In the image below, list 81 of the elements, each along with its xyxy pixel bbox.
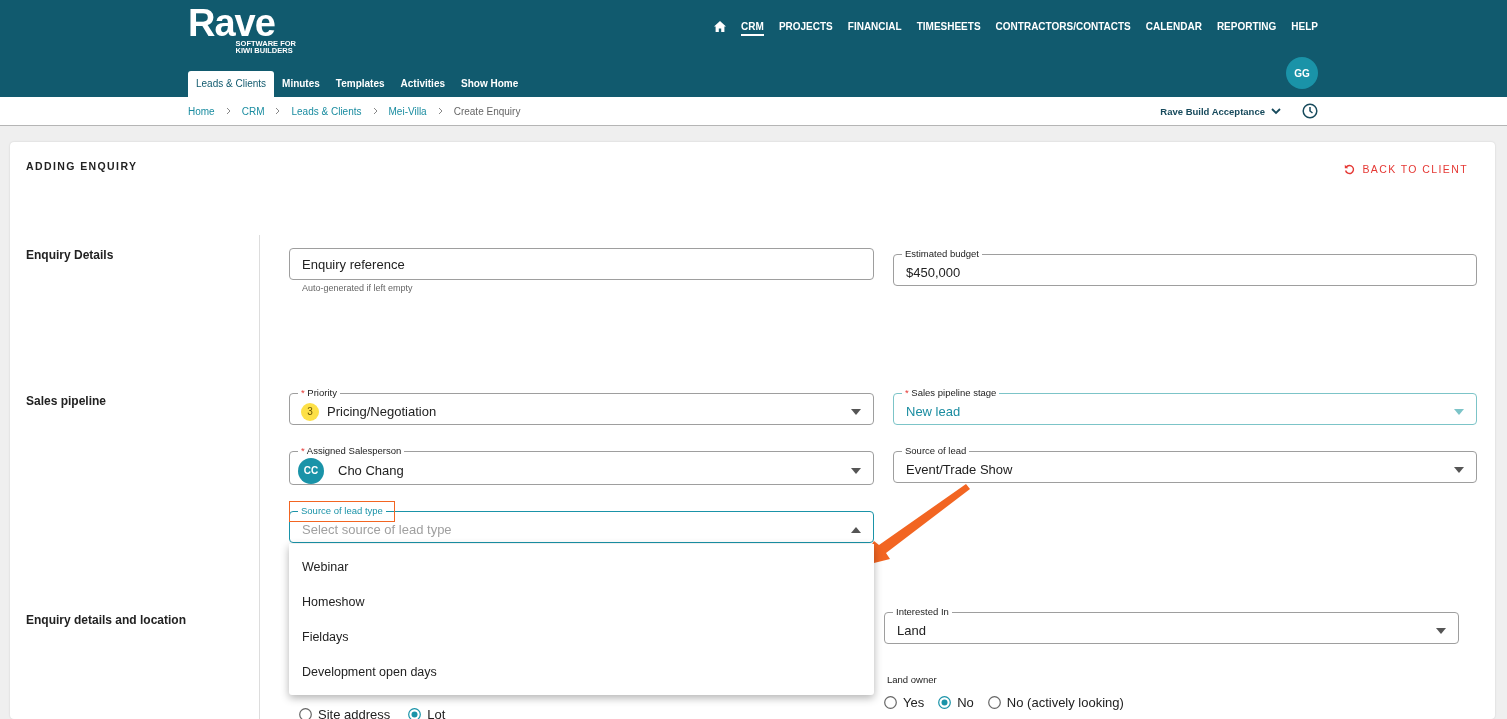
chevron-icon bbox=[372, 107, 378, 115]
select-field[interactable]: Source of lead type Select source of lead type bbox=[289, 505, 874, 543]
radio-button[interactable] bbox=[408, 708, 422, 719]
sub-tab[interactable]: Minutes bbox=[274, 71, 328, 97]
input-field[interactable]: Estimated budget $450,000 bbox=[893, 248, 1477, 286]
radio-button[interactable] bbox=[299, 708, 312, 719]
field-value: Event/Trade Show bbox=[906, 462, 1013, 477]
field-label: Source of lead bbox=[904, 445, 968, 457]
nav-link[interactable]: CRM bbox=[741, 20, 764, 36]
chevron-icon bbox=[275, 107, 281, 115]
workspace-switcher[interactable]: Rave Build Acceptance bbox=[1160, 105, 1281, 117]
radio-button[interactable] bbox=[938, 696, 952, 709]
field-label: Source of lead type bbox=[300, 505, 384, 517]
select-field[interactable]: Interested In Land bbox=[884, 606, 1459, 644]
nav-link[interactable]: TIMESHEETS bbox=[916, 20, 981, 36]
nav-link[interactable]: CONTRACTORS/CONTACTS bbox=[995, 20, 1131, 36]
field-label: * Assigned Salesperson bbox=[300, 445, 403, 457]
field-value: $450,000 bbox=[906, 265, 961, 280]
option-label: Lot bbox=[427, 707, 446, 719]
menu-option[interactable]: Webinar bbox=[289, 550, 874, 585]
menu-option[interactable]: Fieldays bbox=[289, 620, 874, 655]
caret-icon bbox=[1454, 466, 1464, 473]
option-label: No (actively looking) bbox=[1006, 695, 1124, 710]
field-value: Pricing/Negotiation bbox=[327, 404, 437, 419]
option-label: Yes bbox=[903, 695, 925, 710]
group-label: Land owner bbox=[887, 674, 938, 685]
caret-icon bbox=[851, 408, 861, 415]
field-value: New lead bbox=[906, 404, 961, 419]
select-field[interactable]: Source of lead Event/Trade Show bbox=[893, 445, 1477, 483]
nav-link[interactable]: PROJECTS bbox=[778, 20, 833, 36]
placeholder: Select source of lead type bbox=[302, 522, 452, 537]
field-value: Land bbox=[897, 623, 926, 638]
breadcrumb[interactable]: Home bbox=[188, 105, 215, 117]
section-title: Enquiry Details bbox=[26, 248, 115, 262]
field-value: Cho Chang bbox=[338, 463, 404, 478]
select-field[interactable]: * Priority 3 Pricing/Negotiation bbox=[289, 387, 874, 425]
option-label: Site address bbox=[318, 707, 391, 719]
caret-icon bbox=[1436, 627, 1446, 634]
breadcrumb[interactable]: Leads & Clients bbox=[291, 105, 362, 117]
field-label: Enquiry reference bbox=[302, 256, 405, 272]
user-avatar[interactable]: GG bbox=[1286, 57, 1318, 89]
caret-icon bbox=[851, 526, 861, 533]
section-title: Enquiry details and location bbox=[26, 613, 188, 627]
option-label: No bbox=[957, 695, 974, 710]
caret-icon bbox=[851, 467, 861, 474]
chevron-down-icon bbox=[1271, 107, 1281, 115]
card-title: ADDING ENQUIRY bbox=[26, 160, 138, 172]
section-title: Sales pipeline bbox=[26, 394, 108, 408]
breadcrumb[interactable]: Mei-Villa bbox=[388, 105, 427, 117]
breadcrumb[interactable]: CRM bbox=[241, 105, 265, 117]
chevron-icon bbox=[225, 107, 231, 115]
sub-tab[interactable]: Leads & Clients bbox=[188, 71, 275, 97]
sub-tab[interactable]: Templates bbox=[327, 71, 393, 97]
back-link[interactable]: BACK TO CLIENT bbox=[1344, 163, 1468, 175]
menu-option[interactable]: Development open days bbox=[289, 655, 874, 690]
field-label: Estimated budget bbox=[904, 248, 980, 260]
sub-tab[interactable]: Activities bbox=[392, 71, 454, 97]
field-label: * Sales pipeline stage bbox=[904, 387, 998, 399]
helper-text: Auto-generated if left empty bbox=[302, 283, 414, 293]
user-avatar: CC bbox=[298, 457, 324, 484]
priority-badge: 3 bbox=[301, 402, 319, 421]
caret-icon bbox=[1454, 408, 1464, 415]
radio-button[interactable] bbox=[987, 696, 1001, 709]
chevron-icon bbox=[437, 107, 443, 115]
menu-option[interactable]: Homeshow bbox=[289, 585, 874, 620]
radio-button[interactable] bbox=[884, 696, 897, 709]
field-label: Interested In bbox=[895, 606, 950, 618]
nav-link[interactable]: HELP bbox=[1291, 20, 1318, 36]
home-icon[interactable] bbox=[714, 20, 727, 32]
select-field[interactable]: * Sales pipeline stage New lead bbox=[893, 387, 1477, 425]
undo-icon bbox=[1344, 163, 1356, 175]
sub-tab[interactable]: Show Home bbox=[453, 71, 527, 97]
nav-link[interactable]: REPORTING bbox=[1216, 20, 1277, 36]
select-field[interactable]: * Assigned Salesperson CC Cho Chang bbox=[289, 445, 874, 485]
input-field[interactable]: Enquiry reference bbox=[289, 248, 874, 280]
breadcrumb[interactable]: Create Enquiry bbox=[453, 105, 521, 117]
field-label: * Priority bbox=[300, 387, 338, 399]
logo: Rave bbox=[188, 6, 275, 40]
nav-link[interactable]: CALENDAR bbox=[1145, 20, 1202, 36]
nav-link[interactable]: FINANCIAL bbox=[847, 20, 902, 36]
clock-icon[interactable] bbox=[1302, 103, 1318, 119]
